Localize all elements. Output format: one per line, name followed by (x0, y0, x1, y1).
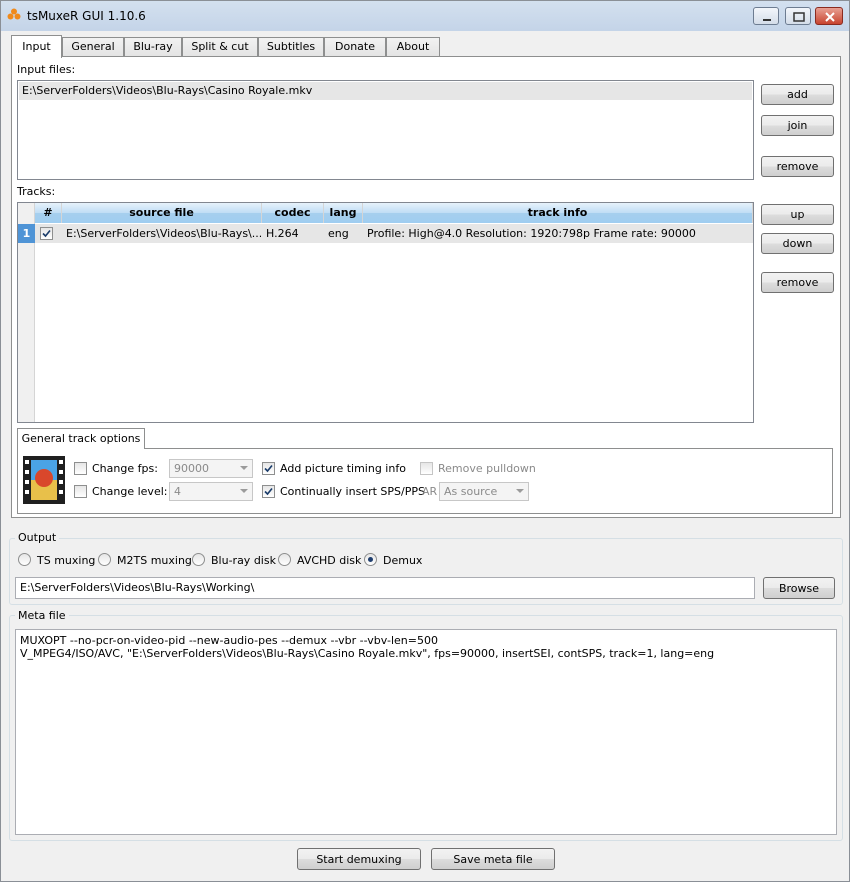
ar-select-value: As source (444, 485, 498, 498)
blu-ray-disk-radio[interactable] (192, 553, 205, 566)
column-header-track-info[interactable]: track info (363, 203, 753, 223)
minimize-button[interactable] (753, 7, 779, 25)
close-icon (825, 12, 835, 22)
start-demuxing-button[interactable]: Start demuxing (297, 848, 421, 870)
track-info-cell: Profile: High@4.0 Resolution: 1920:798p … (367, 227, 696, 240)
m2ts-muxing-radio[interactable] (98, 553, 111, 566)
column-header-source-file[interactable]: source file (62, 203, 262, 223)
join-button[interactable]: join (761, 115, 834, 136)
checkmark-icon (264, 487, 273, 496)
lang-cell: eng (328, 227, 349, 240)
tracks-header-row: # source file codec lang track info (35, 203, 753, 223)
tab-about[interactable]: About (386, 37, 440, 57)
app-logo-icon (7, 8, 21, 20)
input-file-item[interactable]: E:\ServerFolders\Videos\Blu-Rays\Casino … (19, 82, 752, 100)
fps-select[interactable]: 90000 (169, 459, 253, 478)
tracks-grid[interactable]: # source file codec lang track info 1 E:… (17, 202, 754, 423)
maximize-button[interactable] (785, 7, 811, 25)
level-select[interactable]: 4 (169, 482, 253, 501)
save-meta-file-button[interactable]: Save meta file (431, 848, 555, 870)
continually-insert-sps-label: Continually insert SPS/PPS (280, 485, 425, 498)
tab-blu-ray[interactable]: Blu-ray (124, 37, 182, 57)
ar-select[interactable]: As source (439, 482, 529, 501)
minimize-icon (763, 19, 771, 21)
level-select-value: 4 (174, 485, 181, 498)
track-enable-checkbox[interactable] (40, 227, 53, 240)
tab-general[interactable]: General (62, 37, 124, 57)
meta-file-line: MUXOPT --no-pcr-on-video-pid --new-audio… (20, 634, 438, 647)
output-path-input[interactable]: E:\ServerFolders\Videos\Blu-Rays\Working… (15, 577, 755, 599)
ar-label: AR (422, 485, 438, 498)
meta-file-textarea[interactable]: MUXOPT --no-pcr-on-video-pid --new-audio… (15, 629, 837, 835)
remove-track-button[interactable]: remove (761, 272, 834, 293)
codec-cell: H.264 (266, 227, 299, 240)
column-header-lang[interactable]: lang (324, 203, 363, 223)
change-fps-label: Change fps: (92, 462, 158, 475)
avchd-disk-label[interactable]: AVCHD disk (297, 554, 361, 567)
tab-donate[interactable]: Donate (324, 37, 386, 57)
checkmark-icon (42, 229, 51, 238)
input-files-list[interactable]: E:\ServerFolders\Videos\Blu-Rays\Casino … (17, 80, 754, 180)
maximize-icon (793, 12, 805, 22)
source-file-cell: E:\ServerFolders\Videos\Blu-Rays\... (66, 227, 261, 240)
demux-label[interactable]: Demux (383, 554, 422, 567)
meta-file-line: V_MPEG4/ISO/AVC, "E:\ServerFolders\Video… (20, 647, 715, 660)
down-button[interactable]: down (761, 233, 834, 254)
close-button[interactable] (815, 7, 843, 25)
app-window: tsMuxeR GUI 1.10.6 Input General Blu-ray… (0, 0, 850, 882)
add-button[interactable]: add (761, 84, 834, 105)
column-header-codec[interactable]: codec (262, 203, 324, 223)
m2ts-muxing-label[interactable]: M2TS muxing (117, 554, 192, 567)
window-title: tsMuxeR GUI 1.10.6 (27, 9, 146, 23)
column-header-index[interactable]: # (35, 203, 62, 223)
remove-pulldown-checkbox[interactable] (420, 462, 433, 475)
add-picture-timing-checkbox[interactable] (262, 462, 275, 475)
remove-input-button[interactable]: remove (761, 156, 834, 177)
avchd-disk-radio[interactable] (278, 553, 291, 566)
demux-radio[interactable] (364, 553, 377, 566)
track-options-panel: Change fps: 90000 Change level: 4 Add pi… (17, 448, 833, 514)
input-tab-panel: Input files: E:\ServerFolders\Videos\Blu… (11, 56, 841, 518)
tab-input[interactable]: Input (11, 35, 62, 58)
input-files-label: Input files: (17, 63, 76, 76)
up-button[interactable]: up (761, 204, 834, 225)
title-bar[interactable]: tsMuxeR GUI 1.10.6 (1, 1, 849, 31)
change-level-checkbox[interactable] (74, 485, 87, 498)
blu-ray-disk-label[interactable]: Blu-ray disk (211, 554, 276, 567)
browse-button[interactable]: Browse (763, 577, 835, 599)
meta-file-label: Meta file (15, 609, 69, 622)
tab-general-track-options[interactable]: General track options (17, 428, 145, 449)
tab-split-cut[interactable]: Split & cut (182, 37, 258, 57)
film-reel-icon (23, 456, 65, 504)
chevron-down-icon (516, 489, 524, 493)
change-fps-checkbox[interactable] (74, 462, 87, 475)
chevron-down-icon (240, 466, 248, 470)
ts-muxing-radio[interactable] (18, 553, 31, 566)
chevron-down-icon (240, 489, 248, 493)
ts-muxing-label[interactable]: TS muxing (37, 554, 95, 567)
row-number[interactable]: 1 (18, 224, 35, 243)
checkmark-icon (264, 464, 273, 473)
table-row[interactable]: 1 E:\ServerFolders\Videos\Blu-Rays\... H… (18, 224, 753, 243)
change-level-label: Change level: (92, 485, 168, 498)
tab-subtitles[interactable]: Subtitles (258, 37, 324, 57)
fps-select-value: 90000 (174, 462, 209, 475)
add-picture-timing-label: Add picture timing info (280, 462, 406, 475)
continually-insert-sps-checkbox[interactable] (262, 485, 275, 498)
tracks-label: Tracks: (17, 185, 56, 198)
remove-pulldown-label: Remove pulldown (438, 462, 536, 475)
output-label: Output (15, 531, 60, 544)
